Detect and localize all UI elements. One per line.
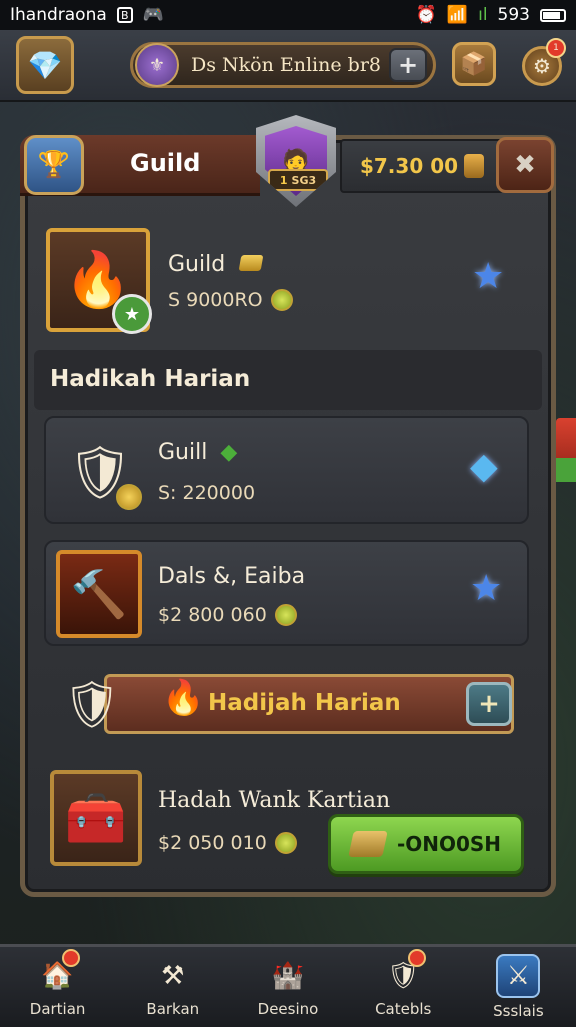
nav-label: Deesino [257,1000,319,1018]
guild-tab-label: Guild [130,149,201,177]
green-gem-icon: ◆ [220,440,238,465]
gold-bar-icon [348,831,388,857]
item-price: S: 220000 [158,482,256,504]
coin-icon [270,289,293,311]
list-item[interactable]: 🔨 Dals &, Eaiba $2 800 060 ★ [44,540,529,646]
buy-button-label: -ONO0SH [396,832,502,856]
crystal-icon[interactable]: ◆ [470,446,498,487]
list-item[interactable]: 🛡 Guill ◆ S: 220000 ◆ [44,416,529,524]
daily-reward-banner[interactable]: 🛡 🔥 Hadijah Harian + [44,660,529,748]
last-item-price-row: $2 050 010 [158,832,297,854]
notification-box-icon: B [116,7,133,23]
nav-item-deesino[interactable]: 🏰 Deesino [230,947,345,1027]
panel-header: 🏆 Guild 🧑 1 SG3 $7.30 00 ✖ [20,115,556,207]
bottom-nav: 🏠 Dartian ⚒ Barkan 🏰 Deesino 🛡 Catebls ⚔… [0,944,576,1027]
flaming-hammer-icon: 🔨 [70,566,128,621]
close-button[interactable]: ✖ [496,137,554,193]
item-frame: 🔨 [56,550,142,638]
nav-item-dartian[interactable]: 🏠 Dartian [0,947,115,1027]
item-price-row: $2 800 060 [158,604,297,626]
featured-item-frame[interactable]: 🔥 ★ [46,228,152,334]
nav-item-catebls[interactable]: 🛡 Catebls [346,947,461,1027]
rank-badge: 1 SG3 [268,169,328,191]
currency-display: $7.30 00 [340,139,504,193]
last-item-title: Hadah Wank Kartian [158,788,391,813]
wifi-icon: 📶 [446,5,469,25]
emblem-icon: ⚜ [135,43,179,87]
item-price: $2 800 060 [158,604,267,626]
notification-badge: 1 [546,38,566,58]
section-header: Hadikah Harian [34,350,542,410]
gold-ingot-icon [238,255,264,271]
nav-item-ssslais[interactable]: ⚔ Ssslais [461,947,576,1027]
gamepad-icon: 🎮 [142,5,164,25]
profile-crystal-icon[interactable]: 💎 [16,36,74,94]
side-tab[interactable] [556,418,576,482]
featured-price: S 9000RO [168,289,263,311]
shield-icon: 🛡 [62,676,122,731]
item-frame[interactable]: 🧰 [50,770,142,866]
rank-shield: 🧑 1 SG3 [256,115,336,207]
coin-icon [116,484,142,510]
battery-icon [540,8,566,22]
crystal-shield-icon: ⚔ [496,954,541,998]
coin-icon [274,604,297,626]
game-title-pill[interactable]: ⚜ Ds Nkön Enline br8 + [130,42,436,88]
notification-dot [62,949,80,967]
featured-price-row: S 9000RO [168,289,293,311]
flame-icon: 🔥 [162,678,205,718]
nav-item-barkan[interactable]: ⚒ Barkan [115,947,230,1027]
item-title: Guill [158,440,208,465]
coin-icon [274,832,297,854]
featured-title-row: Guild [168,252,264,277]
currency-value: $7.30 00 [359,154,459,178]
notification-dot [407,949,426,967]
rank-level: 1 [279,173,288,187]
chest-armor-icon: 🧰 [64,788,128,847]
nav-label: Dartian [29,1000,86,1018]
chest-icon[interactable]: 📦 [452,42,496,86]
last-item-price: $2 050 010 [158,832,267,854]
nav-label: Barkan [146,1000,200,1018]
game-title: Ds Nkön Enline br8 [191,54,381,76]
clock-label: 593 [497,5,530,25]
coin-stack-icon [464,154,485,178]
guild-tab[interactable]: 🏆 Guild [20,135,260,196]
featured-title: Guild [168,252,226,277]
section-title: Hadikah Harian [50,366,251,392]
buy-button[interactable]: -ONO0SH [328,814,524,874]
favorite-star-icon[interactable]: ★ [472,256,504,297]
top-bar: 💎 ⚜ Ds Nkön Enline br8 + 📦 ⚙ 1 [0,30,576,102]
carrier-label: Ihandraona [10,5,107,25]
add-button[interactable]: + [389,48,427,82]
nav-label: Ssslais [493,1002,544,1020]
favorite-star-icon[interactable]: ★ [470,568,502,609]
item-title-row: Guill ◆ [158,440,237,465]
rank-text: SG3 [291,173,317,187]
signal-icon: ıl [478,5,488,25]
star-badge-icon: ★ [112,294,152,334]
item-title: Dals &, Eaiba [158,564,306,589]
nav-label: Catebls [375,1000,432,1018]
tower-icon: 🏰 [271,961,305,991]
anvil-icon: ⚒ [161,961,185,991]
banner-label: Hadijah Harian [208,690,401,716]
alarm-icon: ⏰ [415,5,437,25]
add-button[interactable]: + [466,682,512,726]
trophy-icon: 🏆 [24,135,84,195]
status-bar: Ihandraona B 🎮 ⏰ 📶 ıl 593 [0,0,576,30]
